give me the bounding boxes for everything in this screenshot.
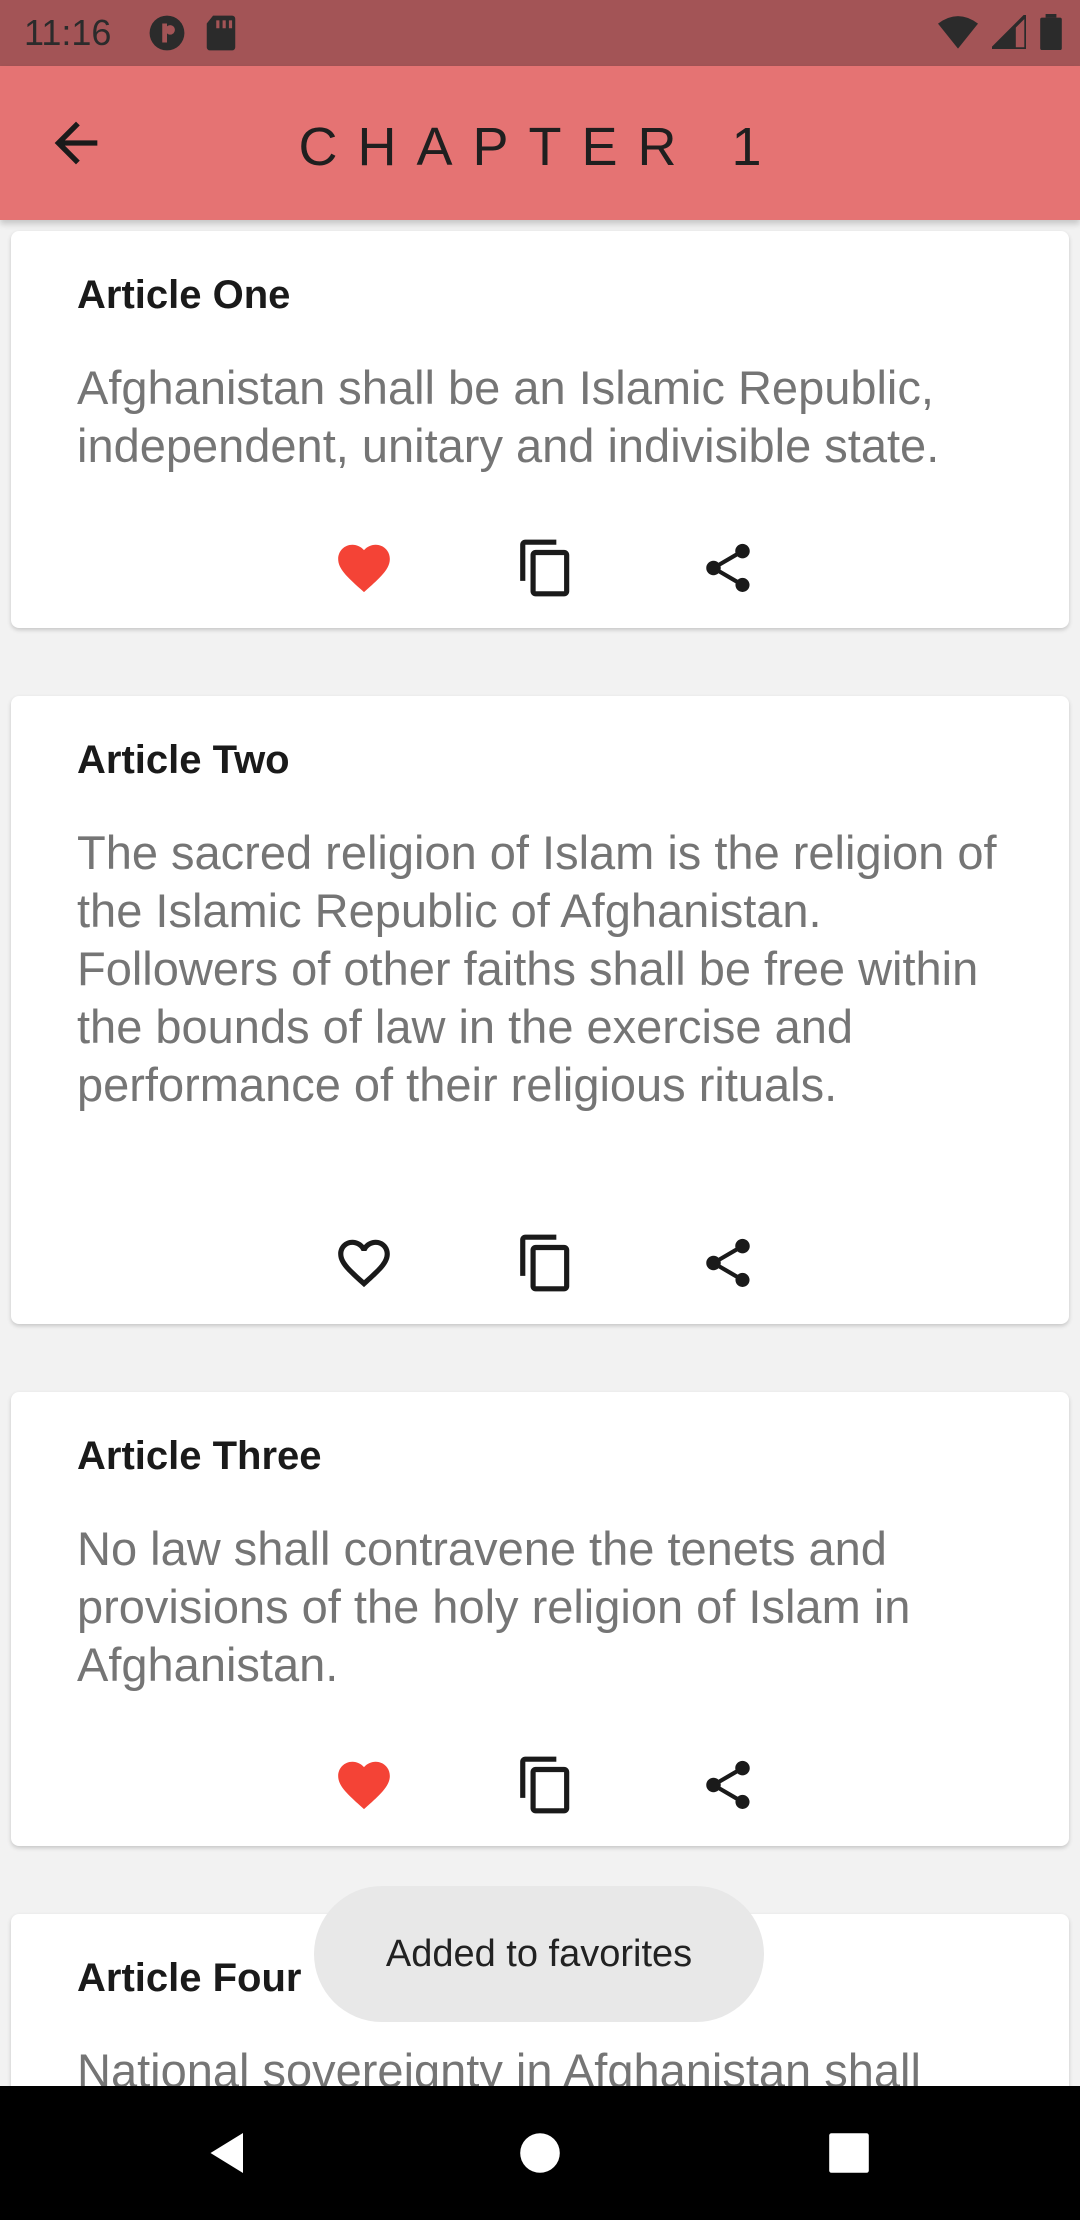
article-card: Article Three No law shall contravene th… bbox=[11, 1392, 1069, 1846]
cell-signal-icon bbox=[992, 15, 1026, 49]
copy-button[interactable] bbox=[511, 1750, 581, 1820]
article-title: Article Three bbox=[77, 1434, 322, 1478]
article-text: No law shall contravene the tenets and p… bbox=[77, 1522, 911, 1691]
copy-icon bbox=[520, 539, 570, 597]
circle-home-icon bbox=[520, 2133, 560, 2173]
heart-filled-icon bbox=[338, 544, 390, 593]
nav-home-button[interactable] bbox=[507, 2120, 573, 2186]
article-card: Article One Afghanistan shall be an Isla… bbox=[11, 231, 1069, 628]
triangle-back-icon bbox=[210, 2133, 243, 2173]
share-icon bbox=[706, 1238, 750, 1287]
favorite-button[interactable] bbox=[329, 1228, 399, 1298]
nav-back-button[interactable] bbox=[195, 2120, 261, 2186]
share-icon bbox=[706, 543, 750, 592]
copy-button[interactable] bbox=[511, 533, 581, 603]
battery-icon bbox=[1040, 14, 1062, 50]
heart-filled-icon bbox=[338, 1761, 390, 1810]
app-notification-icon bbox=[149, 15, 185, 51]
copy-icon bbox=[520, 1756, 570, 1814]
copy-button[interactable] bbox=[511, 1228, 581, 1298]
article-text: The sacred religion of Islam is the reli… bbox=[77, 826, 997, 1111]
favorite-button[interactable] bbox=[329, 1750, 399, 1820]
heart-outline-icon bbox=[338, 1239, 390, 1288]
toast-message: Added to favorites bbox=[314, 1886, 764, 2022]
article-title: Article One bbox=[77, 273, 291, 317]
copy-icon bbox=[520, 1234, 570, 1292]
article-title: Article Four bbox=[77, 1956, 302, 2000]
wifi-icon bbox=[938, 16, 978, 49]
share-button[interactable] bbox=[693, 1228, 763, 1298]
app-bar: CHAPTER 1 bbox=[0, 66, 1080, 220]
article-text: National sovereignty in Afghanistan shal… bbox=[77, 2044, 921, 2086]
status-time: 11:16 bbox=[24, 12, 112, 53]
article-card: Article Two The sacred religion of Islam… bbox=[11, 696, 1069, 1324]
navigation-bar bbox=[0, 2086, 1080, 2220]
article-title: Article Two bbox=[77, 738, 290, 782]
article-text: Afghanistan shall be an Islamic Republic… bbox=[77, 361, 940, 472]
favorite-button[interactable] bbox=[329, 533, 399, 603]
share-icon bbox=[706, 1760, 750, 1809]
sd-card-icon bbox=[206, 15, 236, 51]
page-title: CHAPTER 1 bbox=[298, 117, 782, 177]
square-recents-icon bbox=[829, 2133, 869, 2173]
share-button[interactable] bbox=[693, 1750, 763, 1820]
share-button[interactable] bbox=[693, 533, 763, 603]
nav-recents-button[interactable] bbox=[816, 2120, 882, 2186]
articles-list[interactable]: Article One Afghanistan shall be an Isla… bbox=[0, 220, 1080, 2086]
status-bar: 11:16 bbox=[0, 0, 1080, 66]
